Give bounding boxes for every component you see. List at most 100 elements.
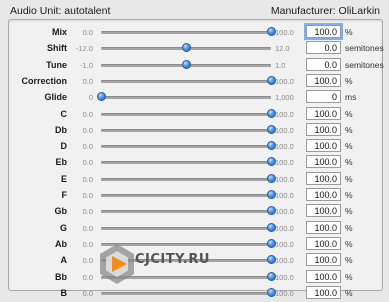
param-label: Shift	[47, 43, 67, 54]
plugin-header: Audio Unit: autotalent Manufacturer: Oli…	[0, 0, 389, 20]
param-value-field[interactable]: 100.0	[304, 23, 343, 40]
param-min-value: 0.0	[82, 109, 93, 119]
param-min-value: 0.0	[82, 76, 93, 86]
watermark-logo-icon	[100, 244, 134, 284]
param-min-value: 0.0	[82, 125, 93, 135]
param-label: Db	[55, 124, 67, 135]
slider-track[interactable]	[101, 291, 271, 295]
param-label: Tune	[46, 59, 67, 70]
param-label: Eb	[55, 157, 67, 168]
param-max-value: 100.0	[275, 207, 294, 217]
param-value-field[interactable]: 100.0	[306, 73, 341, 87]
param-unit: %	[345, 222, 353, 233]
slider-track[interactable]	[101, 112, 271, 116]
param-value-field[interactable]: 100.0	[306, 155, 341, 169]
param-value-field[interactable]: 100.0	[306, 139, 341, 153]
slider-track[interactable]	[101, 79, 271, 83]
param-row-mix: Mix 0.0 100.0 100.0%	[9, 23, 382, 41]
param-row-f: F 0.0 100.0 100.0%	[9, 187, 382, 204]
slider-knob[interactable]	[97, 92, 106, 102]
param-min-value: 0.0	[82, 191, 93, 200]
param-value-field[interactable]: 100.0	[306, 171, 341, 185]
slider-track[interactable]	[101, 161, 271, 165]
param-label: Glide	[44, 92, 67, 103]
param-row-tune: Tune -1.0 1.0 0.0 semitones	[9, 57, 384, 74]
param-label: F	[61, 190, 68, 200]
param-max-value: 100.0	[275, 28, 294, 37]
param-min-value: 0.0	[82, 207, 93, 217]
param-min-value: -1.0	[80, 60, 93, 70]
slider-knob[interactable]	[182, 59, 191, 69]
param-value-field[interactable]: 100.0	[306, 236, 341, 250]
param-unit: %	[345, 287, 353, 298]
param-row-d: D 0.0 100.0 100.0%	[9, 138, 382, 155]
param-value-field[interactable]: 0	[306, 90, 341, 104]
param-row-b: B 0.0 100.0 100.0%	[9, 285, 382, 302]
slider-track[interactable]	[101, 128, 271, 132]
param-label: Bb	[55, 271, 67, 282]
slider-track[interactable]	[101, 31, 271, 34]
param-label: Ab	[55, 238, 67, 249]
param-label: Correction	[21, 75, 67, 86]
param-row-glide: Glide 0 1,000 0 ms	[9, 89, 382, 106]
param-label: Mix	[51, 27, 67, 37]
slider-track[interactable]	[101, 194, 271, 197]
manufacturer-label: Manufacturer: OliLarkin	[270, 5, 380, 17]
slider-track[interactable]	[101, 210, 271, 214]
param-row-shift: Shift -12.0 12.0 0.0 semitones	[9, 40, 384, 57]
param-unit: %	[345, 255, 353, 266]
param-min-value: 0.0	[82, 142, 93, 152]
param-min-value: -12.0	[75, 44, 93, 54]
param-unit: %	[345, 190, 353, 200]
param-value-field[interactable]: 100.0	[306, 122, 341, 136]
param-unit: %	[345, 141, 353, 152]
param-row-db: Db 0.0 100.0 100.0%	[9, 122, 382, 139]
param-label: E	[60, 173, 67, 184]
param-max-value: 1.0	[275, 60, 286, 70]
param-min-value: 0.0	[82, 158, 93, 168]
param-label: C	[60, 108, 68, 119]
param-unit: %	[345, 75, 353, 86]
param-value-field[interactable]: 100.0	[306, 269, 341, 283]
param-max-value: 100.0	[275, 223, 294, 233]
param-max-value: 100.0	[275, 288, 294, 298]
param-max-value: 100.0	[275, 256, 294, 266]
slider-track[interactable]	[101, 145, 271, 149]
param-unit: ms	[345, 92, 357, 103]
param-value-field[interactable]: 100.0	[306, 285, 341, 299]
param-max-value: 100.0	[275, 76, 294, 86]
param-value-field[interactable]: 0.0	[306, 41, 341, 55]
param-unit: %	[345, 27, 353, 37]
param-row-correction: Correction 0.0 100.0 100.0%	[9, 73, 382, 90]
param-value-field[interactable]: 0.0	[306, 57, 341, 71]
param-label: Gb	[54, 206, 68, 217]
param-min-value: 0.0	[82, 28, 93, 37]
param-min-value: 0.0	[82, 288, 93, 298]
param-max-value: 1,000	[275, 93, 294, 103]
param-unit: %	[345, 124, 353, 135]
param-max-value: 100.0	[275, 142, 294, 152]
param-max-value: 100.0	[275, 109, 294, 119]
param-min-value: 0.0	[82, 256, 93, 266]
param-label: A	[60, 255, 68, 266]
param-value-field[interactable]: 100.0	[306, 106, 341, 120]
param-max-value: 100.0	[275, 239, 294, 249]
param-unit: %	[345, 173, 353, 184]
param-row-g: G 0.0 100.0 100.0%	[9, 220, 382, 237]
param-unit: %	[345, 157, 353, 168]
param-max-value: 100.0	[275, 174, 294, 184]
param-max-value: 100.0	[275, 125, 294, 135]
param-min-value: 0.0	[82, 239, 93, 249]
param-min-value: 0.0	[82, 223, 93, 233]
slider-track[interactable]	[101, 96, 271, 100]
param-min-value: 0	[88, 93, 93, 103]
slider-track[interactable]	[101, 226, 271, 230]
param-value-field[interactable]: 100.0	[306, 188, 341, 201]
param-value-field[interactable]: 100.0	[306, 253, 341, 267]
audio-unit-title: Audio Unit: autotalent	[10, 5, 111, 17]
param-value-field[interactable]: 100.0	[306, 204, 341, 218]
param-max-value: 100.0	[275, 272, 294, 282]
slider-knob[interactable]	[182, 43, 191, 53]
slider-track[interactable]	[101, 177, 271, 181]
param-value-field[interactable]: 100.0	[306, 220, 341, 234]
